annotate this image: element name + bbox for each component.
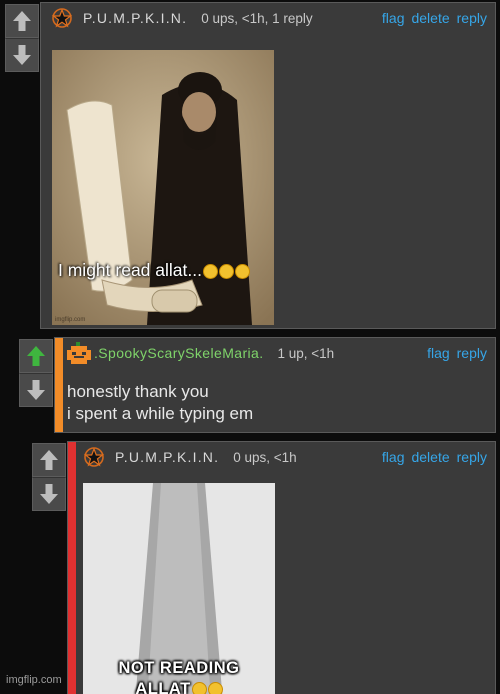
delete-link[interactable]: delete	[411, 10, 449, 26]
image-watermark: imgflip.com	[55, 317, 86, 323]
username[interactable]: P.U.M.P.K.I.N.	[115, 449, 219, 465]
comment-actions: flag delete reply	[382, 442, 487, 472]
comment-actions: flag delete reply	[382, 3, 487, 33]
upvote-button[interactable]	[32, 443, 66, 477]
pixel-pumpkin-icon[interactable]	[66, 340, 92, 366]
flag-link[interactable]: flag	[427, 345, 450, 361]
comment: P.U.M.P.K.I.N. 0 ups, <1h flag delete re…	[67, 441, 496, 694]
image-caption: ALLAT	[83, 680, 275, 694]
arrow-up-icon	[27, 346, 45, 366]
comment-image[interactable]: NOT READING ALLAT	[83, 483, 275, 694]
username[interactable]: P.U.M.P.K.I.N.	[83, 10, 187, 26]
arrow-up-icon	[40, 450, 58, 470]
arrow-up-icon	[13, 11, 31, 31]
delete-link[interactable]: delete	[411, 449, 449, 465]
hand-emoji-icon	[191, 682, 207, 694]
vote-column	[5, 4, 39, 72]
reply-link[interactable]: reply	[457, 345, 487, 361]
comment: .SpookyScarySkeleMaria. 1 up, <1h flag r…	[54, 337, 496, 433]
comment-meta: 0 ups, <1h, 1 reply	[201, 10, 313, 26]
arrow-down-icon	[27, 380, 45, 400]
comment-actions: flag reply	[427, 338, 487, 368]
downvote-button[interactable]	[32, 477, 66, 511]
comment-thread: P.U.M.P.K.I.N. 0 ups, <1h, 1 reply flag …	[0, 0, 500, 694]
comment-image[interactable]: I might read allat... imgflip.com	[52, 50, 274, 325]
face-emoji-icon	[207, 682, 223, 694]
thinking-face-icon	[234, 263, 250, 279]
arrow-down-icon	[40, 484, 58, 504]
reply-depth-stripe	[68, 442, 76, 694]
vote-column	[32, 443, 66, 511]
comment-body-line: i spent a while typing em	[67, 404, 254, 423]
thinking-face-icon	[218, 263, 234, 279]
reply-link[interactable]: reply	[457, 10, 487, 26]
flag-link[interactable]: flag	[382, 449, 405, 465]
upvote-button[interactable]	[19, 339, 53, 373]
comment: P.U.M.P.K.I.N. 0 ups, <1h, 1 reply flag …	[40, 2, 496, 329]
upvote-button[interactable]	[5, 4, 39, 38]
arrow-down-icon	[13, 45, 31, 65]
vote-column	[19, 339, 53, 407]
downvote-button[interactable]	[19, 373, 53, 407]
comment-body-line: honestly thank you	[67, 382, 209, 401]
reply-link[interactable]: reply	[457, 449, 487, 465]
star-pentagram-icon[interactable]	[49, 5, 75, 31]
flag-link[interactable]: flag	[382, 10, 405, 26]
username[interactable]: .SpookyScarySkeleMaria.	[94, 345, 264, 361]
site-watermark: imgflip.com	[6, 674, 62, 686]
star-pentagram-icon[interactable]	[81, 444, 107, 470]
thinking-face-icon	[202, 263, 218, 279]
comment-meta: 1 up, <1h	[277, 345, 335, 361]
comment-body: honestly thank you i spent a while typin…	[67, 381, 253, 425]
downvote-button[interactable]	[5, 38, 39, 72]
image-caption: NOT READING	[118, 659, 240, 677]
comment-meta: 0 ups, <1h	[233, 449, 297, 465]
man-reading-scroll-image	[52, 50, 274, 325]
image-caption: I might read allat...	[58, 260, 250, 281]
